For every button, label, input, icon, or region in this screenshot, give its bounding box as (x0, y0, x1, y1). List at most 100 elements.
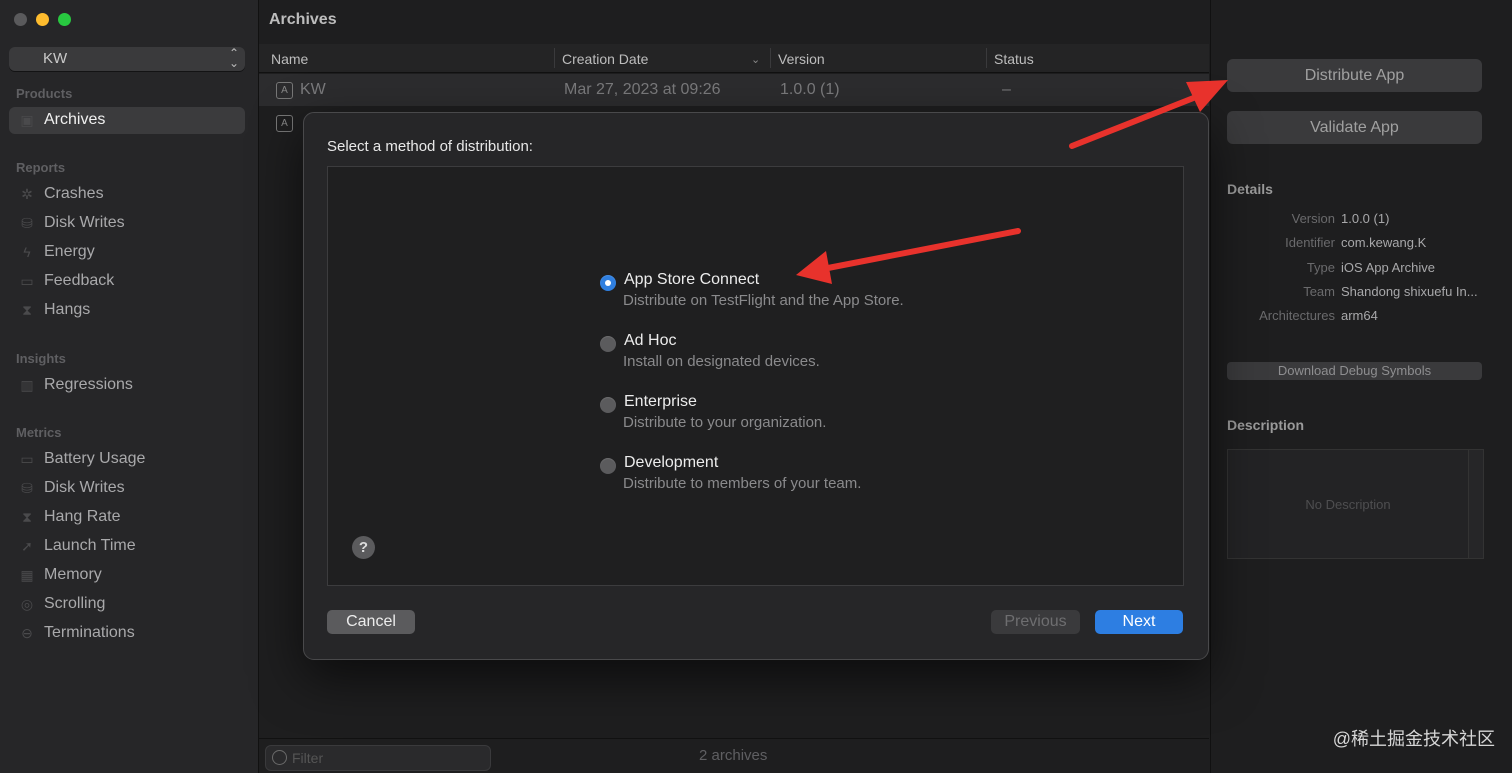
updown-chevron-icon: ⌃ ⌄ (228, 46, 239, 70)
description-scrollbar[interactable] (1468, 449, 1484, 559)
minimize-window-button[interactable] (36, 13, 49, 26)
scroll-icon: ◎ (20, 596, 34, 612)
rocket-icon: ➚ (21, 538, 33, 554)
archive-count: 2 archives (699, 747, 768, 764)
sidebar-item-label: Disk Writes (44, 479, 125, 496)
sidebar-item-memory[interactable]: ▦ Memory (9, 562, 245, 589)
help-button[interactable]: ? (352, 536, 375, 559)
column-header-version[interactable]: Version (778, 51, 825, 67)
option-description: Distribute to members of your team. (623, 475, 862, 492)
sheet-prompt: Select a method of distribution: (327, 138, 533, 155)
filter-field[interactable] (265, 745, 491, 771)
section-insights: Insights (16, 351, 66, 366)
window-controls (14, 13, 71, 26)
sidebar-item-terminations[interactable]: ⊖ Terminations (9, 620, 245, 647)
sidebar-item-disk-writes-metric[interactable]: ⛁ Disk Writes (9, 475, 245, 502)
sidebar-item-label: Battery Usage (44, 450, 146, 467)
description-placeholder: No Description (1305, 497, 1391, 512)
sidebar-item-scrolling[interactable]: ◎ Scrolling (9, 591, 245, 618)
disk-icon: ⛁ (21, 215, 33, 231)
sidebar-item-label: Memory (44, 566, 102, 583)
filter-icon (272, 750, 287, 765)
distribute-app-button[interactable]: Distribute App (1227, 59, 1482, 92)
app-archive-icon: A (276, 115, 293, 132)
option-description: Distribute on TestFlight and the App Sto… (623, 292, 904, 309)
battery-icon: ▭ (20, 451, 34, 467)
bolt-icon: ϟ (23, 244, 31, 260)
detail-key: Version (1291, 211, 1335, 226)
previous-button[interactable]: Previous (991, 610, 1080, 634)
sidebar-item-label: Scrolling (44, 595, 106, 612)
crash-icon: ✲ (21, 186, 33, 202)
scheme-name: KW (43, 50, 68, 67)
detail-value: 1.0.0 (1) (1341, 211, 1390, 226)
radio-development[interactable] (600, 458, 616, 474)
description-field[interactable]: No Description (1227, 449, 1469, 559)
column-header-status[interactable]: Status (994, 51, 1034, 67)
sidebar-item-hang-rate[interactable]: ⧗ Hang Rate (9, 504, 245, 531)
hourglass-icon: ⧗ (22, 509, 32, 525)
option-development[interactable]: Development Distribute to members of you… (600, 454, 1000, 498)
zoom-window-button[interactable] (58, 13, 71, 26)
page-title: Archives (269, 11, 337, 28)
option-enterprise[interactable]: Enterprise Distribute to your organizati… (600, 393, 1000, 437)
section-reports: Reports (16, 160, 66, 175)
column-divider (554, 48, 555, 68)
column-divider (770, 48, 771, 68)
sidebar-item-label: Launch Time (44, 537, 136, 554)
sidebar-item-crashes[interactable]: ✲ Crashes (9, 181, 245, 208)
sidebar-item-energy[interactable]: ϟ Energy (9, 239, 245, 266)
sidebar-item-label: Hang Rate (44, 508, 121, 525)
column-header-creation-date[interactable]: Creation Date (562, 51, 648, 67)
sidebar-item-label: Disk Writes (44, 214, 125, 231)
sidebar-item-launch-time[interactable]: ➚ Launch Time (9, 533, 245, 560)
detail-architectures: Architectures arm64 (1227, 308, 1507, 328)
radio-enterprise[interactable] (600, 397, 616, 413)
column-divider (986, 48, 987, 68)
sidebar-item-archives[interactable]: ▣ Archives (9, 107, 245, 134)
detail-value: iOS App Archive (1341, 260, 1435, 275)
detail-key: Architectures (1259, 308, 1335, 323)
app-archive-icon: A (276, 82, 293, 99)
option-title: Enterprise (624, 393, 697, 410)
memory-icon: ▦ (20, 567, 34, 583)
sidebar-item-label: Regressions (44, 376, 133, 393)
sidebar-item-hangs[interactable]: ⧗ Hangs (9, 297, 245, 324)
option-description: Install on designated devices. (623, 353, 820, 370)
validate-app-button[interactable]: Validate App (1227, 111, 1482, 144)
section-metrics: Metrics (16, 425, 62, 440)
filter-input[interactable] (290, 749, 484, 767)
sidebar-item-battery-usage[interactable]: ▭ Battery Usage (9, 446, 245, 473)
column-header-name[interactable]: Name (271, 51, 308, 67)
detail-identifier: Identifier com.kewang.K (1227, 235, 1507, 255)
option-app-store-connect[interactable]: App Store Connect Distribute on TestFlig… (600, 271, 1000, 315)
option-title: Development (624, 454, 719, 471)
description-heading: Description (1227, 417, 1305, 433)
option-title: Ad Hoc (624, 332, 677, 349)
sidebar-item-label: Terminations (44, 624, 135, 641)
next-button[interactable]: Next (1095, 610, 1183, 634)
download-debug-symbols-button[interactable]: Download Debug Symbols (1227, 362, 1482, 380)
sidebar-item-disk-writes[interactable]: ⛁ Disk Writes (9, 210, 245, 237)
scheme-popup[interactable]: KW ⌃ ⌄ (9, 47, 245, 71)
option-ad-hoc[interactable]: Ad Hoc Install on designated devices. (600, 332, 1000, 376)
detail-value: arm64 (1341, 308, 1378, 323)
detail-key: Type (1306, 260, 1335, 275)
radio-app-store-connect[interactable] (600, 275, 616, 291)
row-date: Mar 27, 2023 at 09:26 (564, 81, 721, 98)
cancel-button[interactable]: Cancel (327, 610, 415, 634)
detail-key: Identifier (1285, 235, 1335, 250)
close-window-button[interactable] (14, 13, 27, 26)
table-row[interactable]: A KW Mar 27, 2023 at 09:26 1.0.0 (1) – (259, 74, 1209, 106)
sidebar-item-feedback[interactable]: ▭ Feedback (9, 268, 245, 295)
row-status: – (1002, 81, 1011, 98)
radio-ad-hoc[interactable] (600, 336, 616, 352)
stop-icon: ⊖ (21, 625, 33, 641)
hourglass-icon: ⧗ (22, 302, 32, 318)
sidebar-item-regressions[interactable]: ▥ Regressions (9, 372, 245, 399)
archive-icon: ▣ (20, 112, 34, 128)
feedback-icon: ▭ (20, 273, 34, 289)
detail-key: Team (1303, 284, 1335, 299)
option-description: Distribute to your organization. (623, 414, 827, 431)
detail-type: Type iOS App Archive (1227, 260, 1507, 280)
